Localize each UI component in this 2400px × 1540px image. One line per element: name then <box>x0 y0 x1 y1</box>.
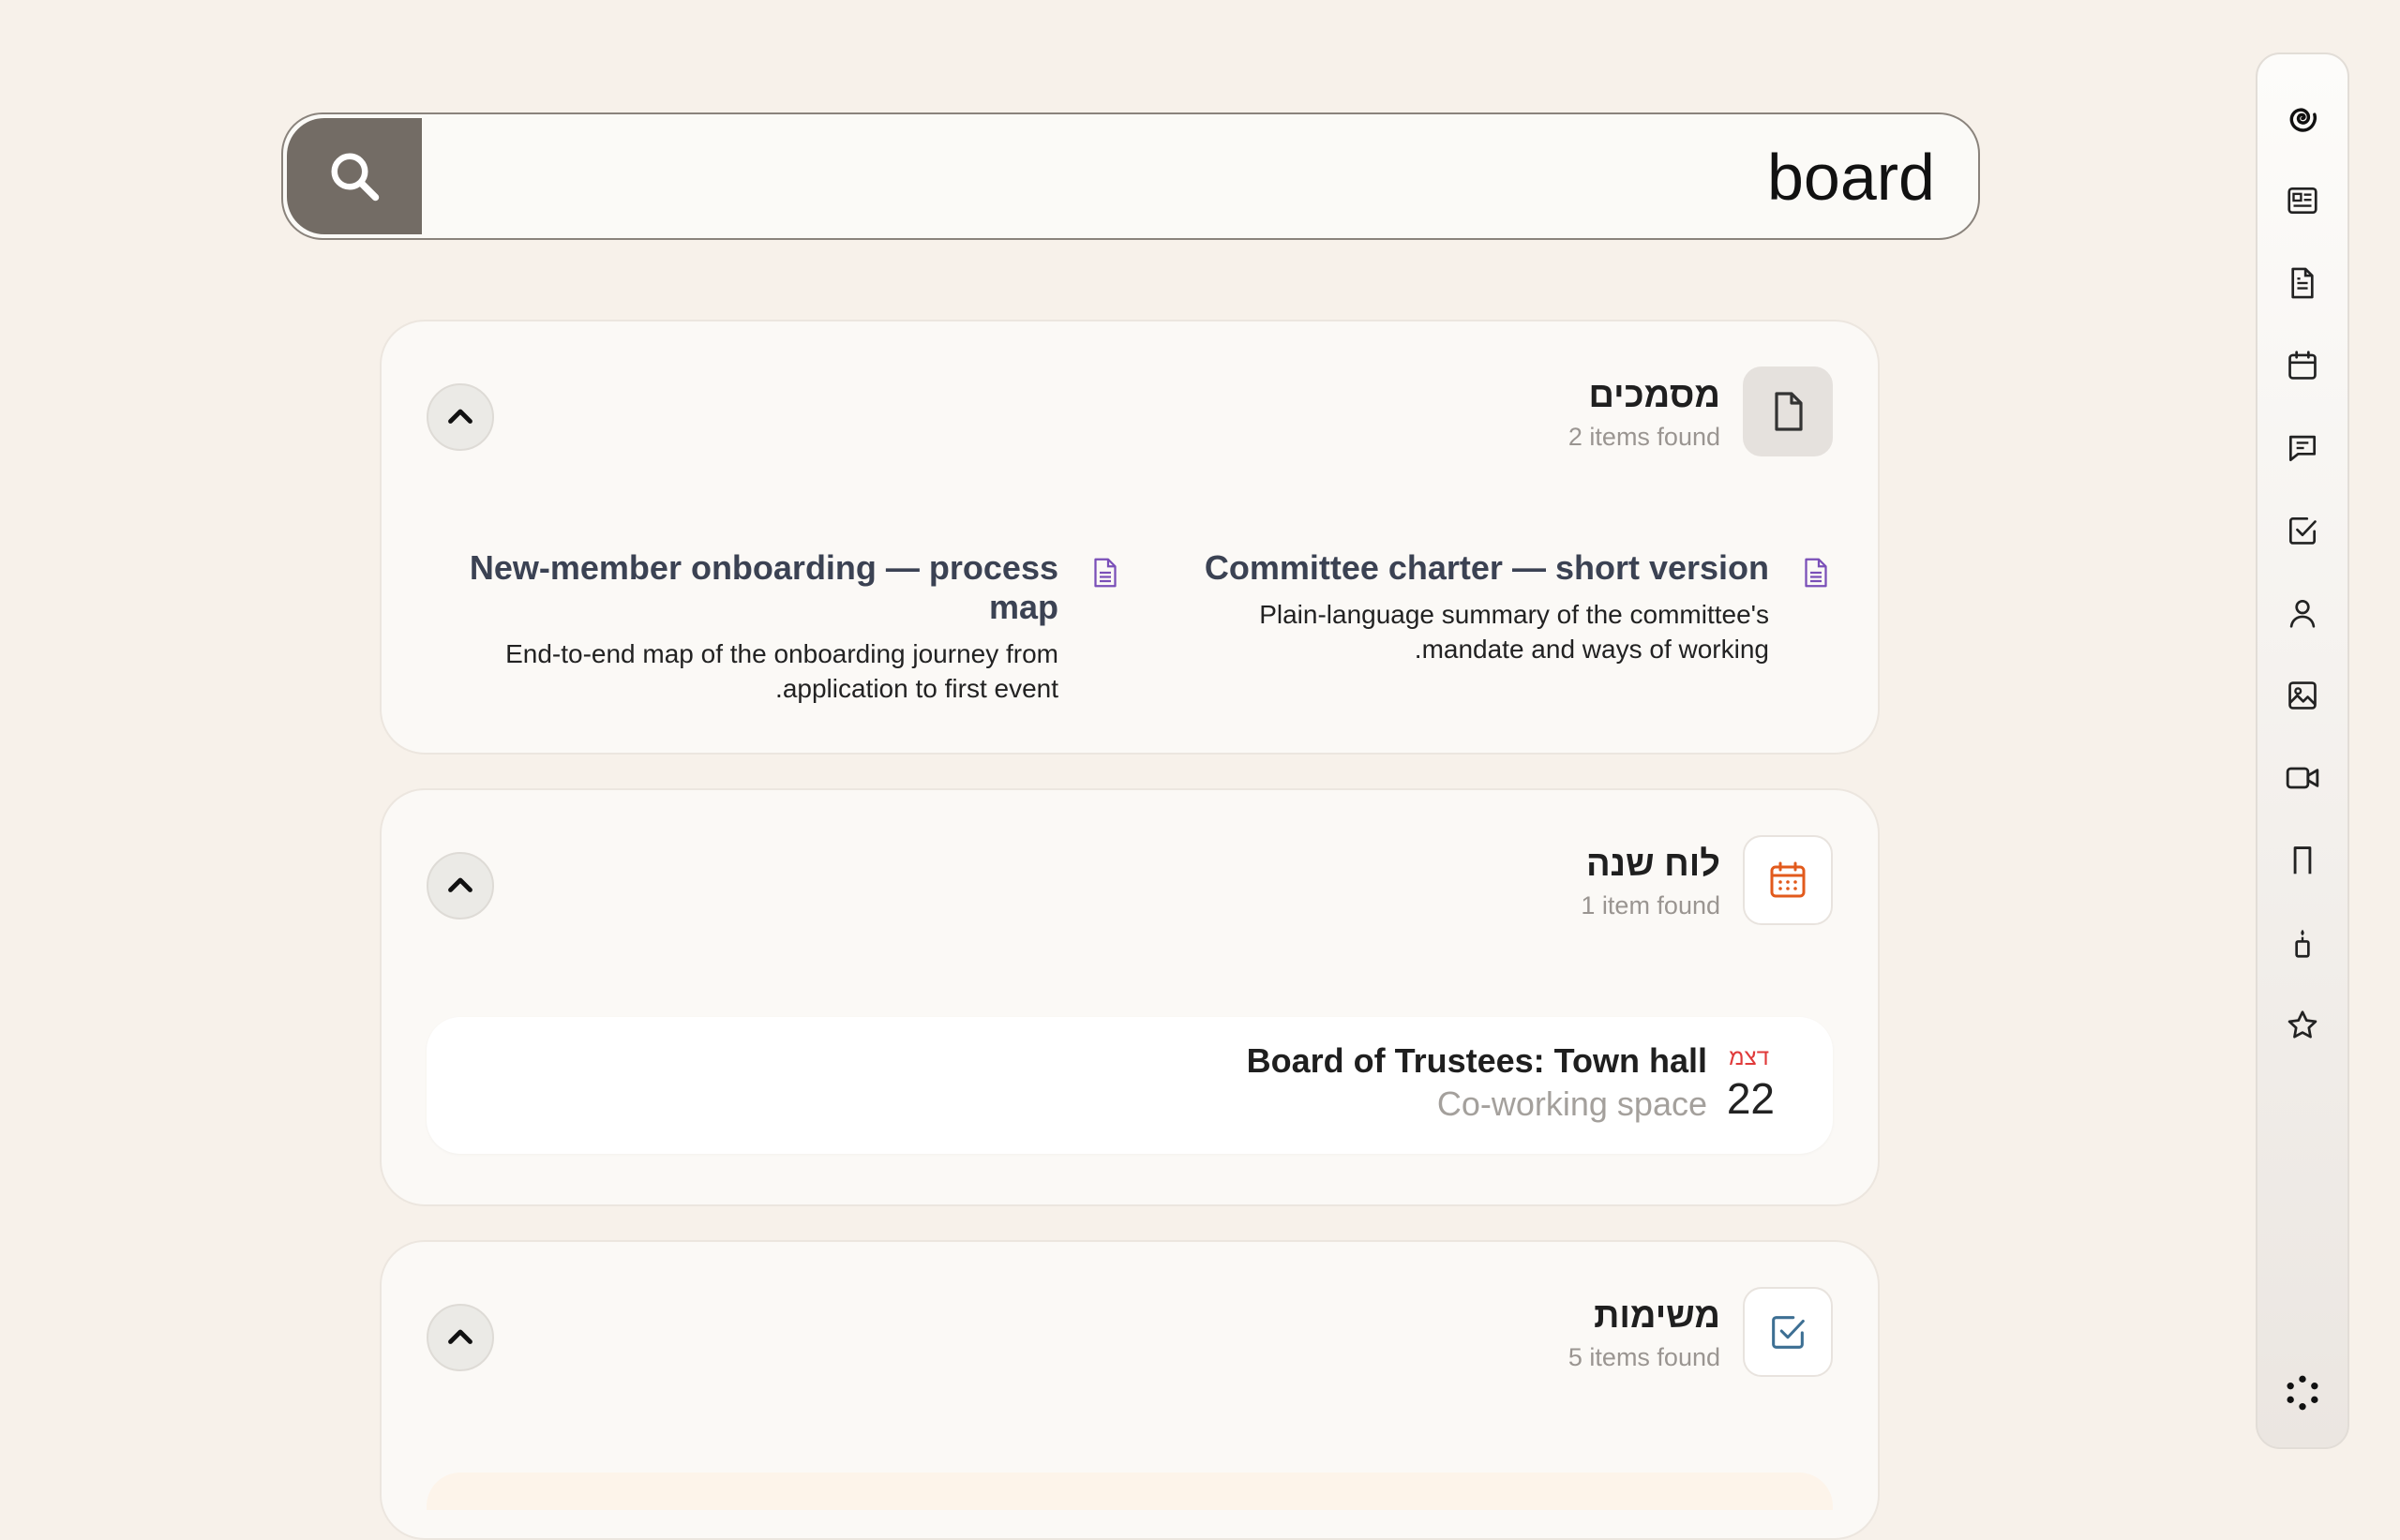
star-icon <box>2288 1010 2318 1039</box>
newspaper-icon <box>2288 187 2318 215</box>
document-lines-icon <box>1805 558 1827 588</box>
document-description: End-to-end map of the onboarding journey… <box>505 639 1058 703</box>
collapse-tasks-button[interactable] <box>427 1304 494 1371</box>
chat-icon <box>2288 435 2317 462</box>
document-lines-icon <box>1094 558 1117 588</box>
collapse-calendar-button[interactable] <box>427 852 494 920</box>
document-icon <box>1775 392 1803 431</box>
tasks-header: משימות 5 items found <box>382 1242 1878 1392</box>
event-day: 22 <box>1726 1074 1775 1123</box>
event-title[interactable]: Board of Trustees: Town hall <box>1247 1041 1707 1081</box>
section-count: 1 item found <box>1581 891 1720 920</box>
rail-home[interactable] <box>2278 94 2327 142</box>
dots-grid-icon <box>2287 1375 2318 1411</box>
rail-favorites[interactable] <box>2278 1001 2327 1050</box>
section-title: מסמכים <box>1588 376 1720 415</box>
task-result[interactable] <box>427 1473 1833 1510</box>
documents-header: מסמכים 2 items found <box>382 321 1878 471</box>
event-result[interactable]: דצמ 22 Board of Trustees: Town hall Co-w… <box>427 1017 1833 1154</box>
chevron-up-icon <box>448 1329 472 1344</box>
rail-calendar[interactable] <box>2278 341 2327 390</box>
video-icon <box>2286 767 2319 789</box>
calendar-section: לוח שנה 1 item found דצמ 22 Board of Tru… <box>380 788 1880 1206</box>
documents-section: מסמכים 2 items found Committee charter —… <box>380 320 1880 755</box>
search-bar <box>281 112 1980 240</box>
tasks-section: משימות 5 items found <box>380 1240 1880 1540</box>
spiral-logo-icon <box>2289 108 2318 132</box>
section-count: 2 items found <box>1568 423 1720 451</box>
chevron-up-icon <box>448 877 472 892</box>
chevron-up-icon <box>448 409 472 424</box>
rail-candles[interactable] <box>2278 919 2327 967</box>
document-description: Plain-language summary of the committee'… <box>1259 600 1769 664</box>
candle-icon <box>2295 929 2310 958</box>
checkbox-icon <box>1772 1316 1805 1349</box>
rail-images[interactable] <box>2278 671 2327 720</box>
section-title: לוח שנה <box>1585 845 1720 884</box>
document-title[interactable]: New-member onboarding — process map <box>440 548 1058 627</box>
section-title: משימות <box>1594 1296 1720 1336</box>
image-icon <box>2288 681 2317 710</box>
rail-more-apps[interactable] <box>2278 1368 2327 1417</box>
rail-documents[interactable] <box>2278 259 2327 307</box>
calendar-section-icon <box>1743 835 1833 925</box>
event-location: Co-working space <box>1436 1084 1707 1123</box>
document-title[interactable]: Committee charter — short version <box>1150 548 1769 588</box>
rail-bookmarks[interactable] <box>2278 836 2327 885</box>
rail-video[interactable] <box>2278 754 2327 802</box>
rail-news[interactable] <box>2278 176 2327 225</box>
app-rail <box>2256 52 2349 1449</box>
calendar-icon <box>2288 351 2317 380</box>
search-icon <box>331 153 380 202</box>
documents-section-icon <box>1743 366 1833 456</box>
event-month: דצמ <box>1729 1045 1769 1070</box>
collapse-documents-button[interactable] <box>427 383 494 451</box>
tasks-section-icon <box>1743 1287 1833 1377</box>
document-icon <box>2291 267 2314 299</box>
checkbox-icon <box>2288 516 2317 545</box>
search-input[interactable] <box>433 114 1937 238</box>
search-button[interactable] <box>287 118 422 234</box>
section-count: 5 items found <box>1568 1343 1720 1371</box>
person-icon <box>2289 599 2316 628</box>
rail-people[interactable] <box>2278 589 2327 637</box>
calendar-icon <box>1770 861 1806 898</box>
rail-chat[interactable] <box>2278 424 2327 472</box>
calendar-header: לוח שנה 1 item found <box>382 790 1878 940</box>
bookmark-icon <box>2293 846 2312 875</box>
rail-tasks[interactable] <box>2278 506 2327 555</box>
